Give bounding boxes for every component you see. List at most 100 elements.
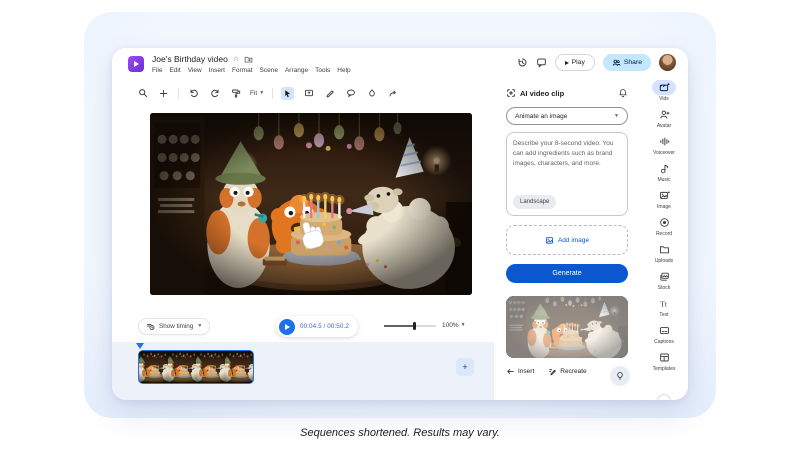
rail-item-uploads[interactable]: Uploads — [640, 242, 688, 269]
undo-icon[interactable] — [187, 87, 200, 100]
document-title[interactable]: Joe's Birthday video — [152, 54, 228, 64]
prompt-input[interactable] — [513, 139, 621, 189]
add-scene-button[interactable]: + — [456, 358, 474, 376]
paint-format-icon[interactable] — [229, 87, 242, 100]
image-icon — [659, 190, 670, 201]
suggestions-button[interactable] — [610, 366, 630, 386]
connector-tool[interactable] — [386, 87, 399, 100]
templates-icon — [659, 352, 670, 363]
play-icon — [565, 61, 569, 65]
zoom-in-icon[interactable] — [157, 87, 170, 100]
highlight-tool[interactable] — [365, 87, 378, 100]
text-icon: Tt — [659, 298, 670, 309]
rail-item-voiceover[interactable]: Voiceover — [640, 134, 688, 161]
menu-view[interactable]: View — [188, 67, 202, 74]
playback-controls: Show timing ▼ 00:04.5 / 00:50.2 100%▼ — [112, 314, 494, 342]
ai-clip-icon — [506, 88, 516, 98]
disclaimer-caption: Sequences shortened. Results may vary. — [0, 427, 800, 439]
timeline-area: + — [112, 342, 494, 400]
arrow-left-icon — [506, 367, 515, 376]
menu-bar: File Edit View Insert Format Scene Arran… — [152, 67, 351, 74]
preview-frame — [506, 296, 628, 358]
app-window: Joe's Birthday video ☆ File Edit View In… — [112, 48, 688, 400]
rail-item-image[interactable]: Image — [640, 188, 688, 215]
menu-edit[interactable]: Edit — [169, 67, 180, 74]
add-image-button[interactable]: Add image — [506, 225, 628, 255]
timeline-zoom-slider[interactable] — [384, 325, 436, 327]
generated-preview-thumbnail[interactable] — [506, 296, 628, 358]
timecode: 00:04.5 / 00:50.2 — [300, 323, 349, 330]
toolbar: Fit▼ — [136, 84, 399, 102]
recreate-button[interactable]: Recreate — [548, 367, 586, 376]
shapes-tool[interactable] — [344, 87, 357, 100]
select-tool[interactable] — [281, 87, 294, 100]
voiceover-icon — [659, 136, 670, 147]
record-icon — [659, 217, 670, 228]
show-timing-label: Show timing — [159, 323, 193, 330]
time-display: 00:04.5 / 00:50.2 — [276, 316, 358, 337]
video-frame-puppets-birthday — [150, 113, 472, 295]
video-canvas[interactable] — [150, 113, 472, 295]
hand-cursor — [295, 217, 331, 253]
rail-item-record[interactable]: Record — [640, 215, 688, 242]
recreate-label: Recreate — [560, 368, 586, 375]
zoom-level-dropdown[interactable]: 100%▼ — [442, 322, 466, 329]
filmstrip-frame — [139, 351, 168, 383]
account-avatar[interactable] — [659, 54, 676, 71]
rail-item-music[interactable]: Music — [640, 161, 688, 188]
move-folder-icon[interactable] — [244, 55, 253, 64]
generate-button[interactable]: Generate — [506, 264, 628, 283]
add-image-label: Add image — [558, 237, 589, 244]
rail-item-avatar[interactable]: Avatar — [640, 107, 688, 134]
bell-icon[interactable] — [618, 88, 628, 98]
text-box-tool[interactable] — [302, 87, 315, 100]
music-icon — [659, 163, 670, 174]
fit-zoom-dropdown[interactable]: Fit▼ — [250, 90, 264, 97]
star-icon[interactable]: ☆ — [233, 56, 239, 63]
menu-arrange[interactable]: Arrange — [285, 67, 308, 74]
captions-icon — [659, 325, 670, 336]
show-timing-dropdown[interactable]: Show timing ▼ — [138, 318, 210, 335]
rail-item-vids[interactable]: Vids — [640, 80, 688, 107]
pen-tool[interactable] — [323, 87, 336, 100]
stock-media-icon — [659, 271, 670, 282]
play-label: Play — [572, 59, 585, 66]
search-icon[interactable] — [136, 87, 149, 100]
rail-item-stock[interactable]: Stock — [640, 269, 688, 296]
ai-video-panel: AI video clip Animate an image ▼ Landsca… — [494, 80, 640, 400]
playhead-marker[interactable] — [136, 343, 144, 349]
filmstrip-frame — [168, 351, 197, 383]
insert-label: Insert — [518, 368, 534, 375]
play-glyph — [134, 61, 139, 67]
add-image-icon — [545, 236, 554, 245]
mode-selector-dropdown[interactable]: Animate an image ▼ — [506, 107, 628, 125]
menu-scene[interactable]: Scene — [260, 67, 278, 74]
menu-file[interactable]: File — [152, 67, 162, 74]
aspect-ratio-chip[interactable]: Landscape — [513, 195, 556, 209]
redo-icon[interactable] — [208, 87, 221, 100]
mode-label: Animate an image — [515, 113, 567, 120]
rail-item-templates[interactable]: Templates — [640, 350, 688, 377]
play-button[interactable]: Play — [555, 54, 595, 71]
insert-button[interactable]: Insert — [506, 367, 534, 376]
menu-tools[interactable]: Tools — [315, 67, 330, 74]
panel-title: AI video clip — [520, 89, 564, 98]
timing-icon — [146, 322, 155, 331]
menu-format[interactable]: Format — [232, 67, 253, 74]
filmstrip-frame — [196, 351, 225, 383]
version-history-icon[interactable] — [517, 57, 528, 68]
share-button[interactable]: Share — [603, 54, 651, 71]
menu-insert[interactable]: Insert — [209, 67, 225, 74]
zoom-level: 100% — [442, 322, 459, 329]
scene-filmstrip[interactable] — [138, 350, 254, 384]
menu-help[interactable]: Help — [337, 67, 350, 74]
vids-logo[interactable] — [128, 56, 144, 72]
rail-item-captions[interactable]: Captions — [640, 323, 688, 350]
filmstrip-frame — [225, 351, 254, 383]
comment-icon[interactable] — [536, 57, 547, 68]
zoom-slider-handle[interactable] — [413, 322, 416, 330]
rail-item-text[interactable]: Tt Text — [640, 296, 688, 323]
recreate-icon — [548, 367, 557, 376]
folder-icon — [659, 244, 670, 255]
timeline-play-button[interactable] — [279, 319, 295, 335]
